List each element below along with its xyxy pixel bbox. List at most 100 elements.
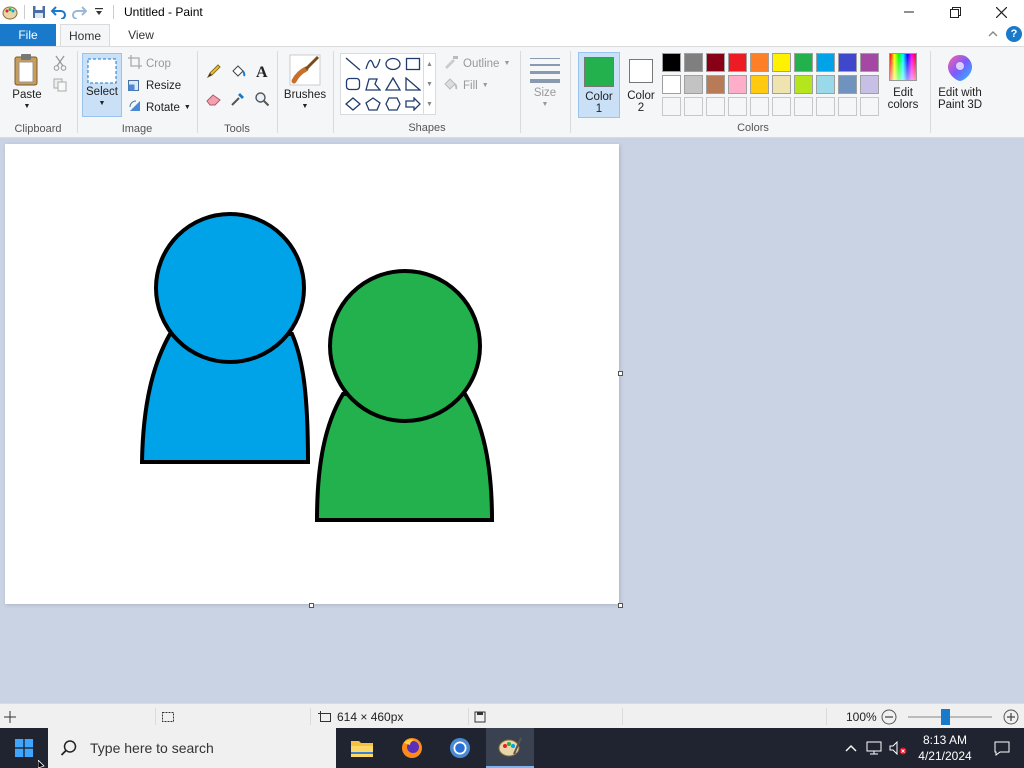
select-button[interactable]: Select ▼ (82, 53, 122, 117)
palette-swatch[interactable] (750, 53, 769, 72)
restore-button[interactable] (932, 0, 978, 24)
line-shape-icon[interactable] (343, 55, 363, 73)
rotate-button[interactable]: Rotate ▼ (128, 99, 191, 116)
color1-button[interactable]: Color 1 (578, 52, 620, 118)
custom-color-slot[interactable] (838, 97, 857, 116)
network-icon[interactable] (862, 741, 886, 755)
expand-gallery-icon[interactable]: ▼ (426, 101, 433, 108)
zoom-in-button[interactable] (1003, 704, 1019, 729)
palette-swatch[interactable] (838, 75, 857, 94)
redo-icon[interactable] (69, 2, 89, 22)
curve-shape-icon[interactable] (363, 55, 383, 73)
triangle-shape-icon[interactable] (383, 75, 403, 93)
palette-swatch[interactable] (662, 53, 681, 72)
custom-color-slot[interactable] (684, 97, 703, 116)
palette-swatch[interactable] (706, 53, 725, 72)
color-picker-icon[interactable] (228, 89, 248, 109)
paste-button[interactable]: Paste ▼ (6, 53, 48, 113)
outline-button[interactable]: Outline ▼ (443, 55, 510, 72)
fill-bucket-icon[interactable] (228, 61, 248, 81)
copy-icon[interactable] (50, 75, 70, 95)
custom-color-slot[interactable] (794, 97, 813, 116)
palette-swatch[interactable] (728, 75, 747, 94)
firefox-taskbar-icon[interactable] (388, 728, 436, 768)
shapes-scroll[interactable]: ▲ ▼ ▼ (423, 54, 435, 114)
volume-muted-icon[interactable] (886, 741, 910, 755)
resize-handle-corner[interactable] (618, 603, 623, 608)
tab-home[interactable]: Home (60, 24, 110, 47)
drawing-canvas[interactable] (5, 144, 619, 604)
palette-swatch[interactable] (706, 75, 725, 94)
notifications-icon[interactable] (980, 740, 1024, 756)
minimize-button[interactable] (886, 0, 932, 24)
chevron-up-icon[interactable]: ▲ (426, 61, 433, 68)
customize-quick-access-icon[interactable] (89, 2, 109, 22)
custom-color-slot[interactable] (860, 97, 879, 116)
rectangle-shape-icon[interactable] (403, 55, 423, 73)
crop-button[interactable]: Crop (128, 55, 171, 72)
palette-swatch[interactable] (772, 75, 791, 94)
help-icon[interactable]: ? (1006, 26, 1022, 42)
size-button[interactable]: Size ▼ (526, 55, 564, 111)
palette-swatch[interactable] (684, 53, 703, 72)
right-triangle-shape-icon[interactable] (403, 75, 423, 93)
pencil-icon[interactable] (204, 61, 224, 81)
palette-swatch[interactable] (728, 53, 747, 72)
eraser-icon[interactable] (204, 89, 224, 109)
palette-swatch[interactable] (838, 53, 857, 72)
arrow-shape-icon[interactable] (403, 95, 423, 113)
palette-swatch[interactable] (860, 75, 879, 94)
resize-handle-right[interactable] (618, 371, 623, 376)
canvas-workspace[interactable] (0, 139, 1024, 703)
save-icon[interactable] (29, 2, 49, 22)
custom-color-slot[interactable] (816, 97, 835, 116)
palette-swatch[interactable] (816, 53, 835, 72)
close-button[interactable] (978, 0, 1024, 24)
resize-handle-bottom[interactable] (309, 603, 314, 608)
custom-color-slot[interactable] (662, 97, 681, 116)
chevron-down-icon[interactable]: ▼ (426, 81, 433, 88)
polygon-shape-icon[interactable] (363, 75, 383, 93)
collapse-ribbon-icon[interactable] (988, 27, 998, 41)
zoom-slider-thumb[interactable] (941, 709, 951, 725)
show-hidden-icons-chevron-icon[interactable] (840, 744, 862, 752)
fill-button[interactable]: Fill ▼ (443, 77, 489, 94)
custom-color-slot[interactable] (750, 97, 769, 116)
magnifier-icon[interactable] (252, 89, 272, 109)
outline-label: Outline (463, 57, 500, 70)
palette-swatch[interactable] (816, 75, 835, 94)
undo-icon[interactable] (49, 2, 69, 22)
color2-button[interactable]: Color 2 (622, 52, 660, 118)
edit-with-paint3d-button[interactable]: Edit with Paint 3D (934, 53, 986, 111)
tab-file[interactable]: File (0, 24, 56, 46)
cut-icon[interactable] (50, 53, 70, 73)
chrome-taskbar-icon[interactable] (436, 728, 484, 768)
zoom-out-button[interactable] (881, 704, 897, 729)
palette-swatch[interactable] (772, 53, 791, 72)
custom-color-slot[interactable] (706, 97, 725, 116)
hexagon-shape-icon[interactable] (383, 95, 403, 113)
palette-swatch[interactable] (750, 75, 769, 94)
palette-swatch[interactable] (794, 53, 813, 72)
diamond-shape-icon[interactable] (343, 95, 363, 113)
palette-swatch[interactable] (684, 75, 703, 94)
file-explorer-taskbar-icon[interactable] (338, 728, 386, 768)
paint-app-icon[interactable] (0, 2, 20, 22)
brushes-button[interactable]: Brushes ▼ (282, 53, 328, 113)
palette-swatch[interactable] (662, 75, 681, 94)
rounded-rectangle-shape-icon[interactable] (343, 75, 363, 93)
custom-color-slot[interactable] (772, 97, 791, 116)
resize-button[interactable]: Resize (128, 77, 181, 94)
text-tool-icon[interactable]: A (252, 61, 272, 81)
oval-shape-icon[interactable] (383, 55, 403, 73)
palette-swatch[interactable] (860, 53, 879, 72)
canvas-drawing[interactable] (5, 144, 619, 604)
paint-taskbar-icon[interactable] (486, 728, 534, 768)
taskbar-search-box[interactable]: Type here to search (48, 728, 336, 768)
edit-colors-button[interactable]: Edit colors (880, 53, 926, 111)
tab-view[interactable]: View (116, 24, 166, 46)
pentagon-shape-icon[interactable] (363, 95, 383, 113)
custom-color-slot[interactable] (728, 97, 747, 116)
palette-swatch[interactable] (794, 75, 813, 94)
taskbar-clock[interactable]: 8:13 AM 4/21/2024 (910, 732, 980, 764)
